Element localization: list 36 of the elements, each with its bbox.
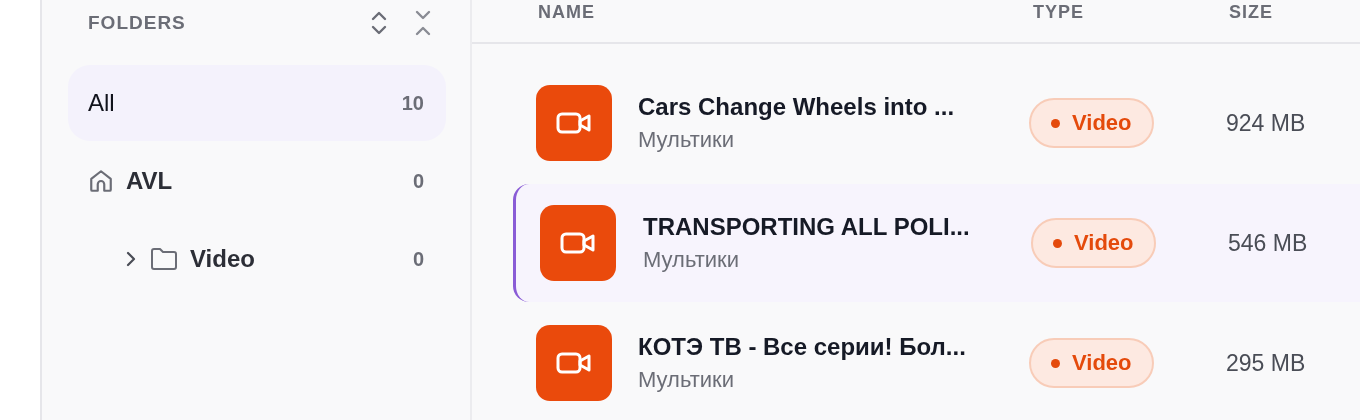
file-row[interactable]: TRANSPORTING ALL POLI... Мультики Video 546 MB: [513, 184, 1360, 302]
type-badge: Video: [1029, 98, 1154, 148]
collapse-all-icon[interactable]: [414, 10, 432, 36]
video-camera-icon: [560, 231, 596, 255]
file-name: КОТЭ ТВ - Все серии! Бол...: [638, 333, 967, 361]
folder-name: Мультики: [643, 247, 740, 273]
file-name: TRANSPORTING ALL POLI...: [643, 213, 971, 241]
file-name: Cars Change Wheels into ...: [638, 93, 956, 121]
file-size: 546 MB: [1228, 229, 1309, 257]
expand-all-icon[interactable]: [370, 10, 388, 36]
file-row[interactable]: Cars Change Wheels into ... Мультики Video 924 MB: [472, 64, 1360, 182]
folder-icon: [150, 247, 178, 271]
folder-label: All: [88, 89, 116, 117]
chevron-right-icon[interactable]: [124, 249, 138, 269]
folder-label: Video: [190, 245, 256, 273]
file-row[interactable]: КОТЭ ТВ - Все серии! Бол... Мультики Video 295 MB: [472, 304, 1360, 420]
column-header[interactable]: TYPE: [1033, 2, 1229, 22]
folder-item[interactable]: Video 0: [68, 221, 446, 297]
type-badge: Video: [1029, 338, 1154, 388]
folder-item[interactable]: All 10: [68, 65, 446, 141]
video-camera-icon: [556, 111, 592, 135]
item-count: 0: [412, 247, 424, 271]
folder-item[interactable]: AVL 0: [68, 143, 446, 219]
file-size: 295 MB: [1226, 349, 1307, 377]
type-badge: Video: [1031, 218, 1156, 268]
folders-heading: FOLDERS: [88, 12, 187, 34]
column-header[interactable]: SIZE: [1229, 2, 1360, 22]
column-header[interactable]: NAME: [538, 2, 1033, 22]
folder-label: AVL: [126, 167, 174, 195]
folder-name: Мультики: [638, 127, 735, 153]
video-camera-icon: [556, 351, 592, 375]
item-count: 10: [401, 91, 424, 115]
file-size: 924 MB: [1226, 109, 1307, 137]
item-count: 0: [412, 169, 424, 193]
home-icon: [88, 168, 114, 194]
folder-name: Мультики: [638, 367, 735, 393]
